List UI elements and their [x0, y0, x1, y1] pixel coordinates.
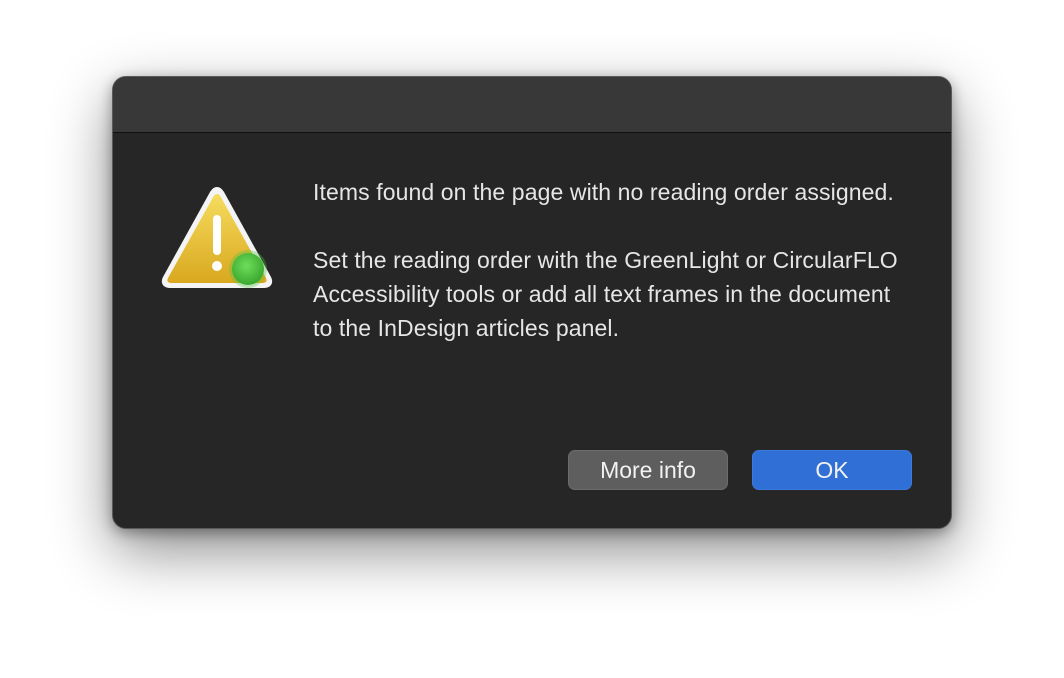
alert-dialog: Items found on the page with no reading …: [112, 76, 952, 529]
alert-message-primary: Items found on the page with no reading …: [313, 179, 894, 205]
alert-message-secondary: Set the reading order with the GreenLigh…: [313, 247, 898, 341]
dialog-titlebar[interactable]: [113, 77, 951, 133]
warning-triangle-icon: [161, 187, 273, 288]
warning-icon-group: [157, 181, 277, 293]
more-info-button[interactable]: More info: [568, 450, 728, 490]
alert-message: Items found on the page with no reading …: [313, 175, 913, 345]
ok-button-label: OK: [815, 456, 849, 483]
more-info-button-label: More info: [600, 456, 696, 483]
screen: Items found on the page with no reading …: [0, 0, 1064, 678]
green-status-dot-icon: [232, 253, 264, 285]
ok-button[interactable]: OK: [752, 450, 912, 490]
